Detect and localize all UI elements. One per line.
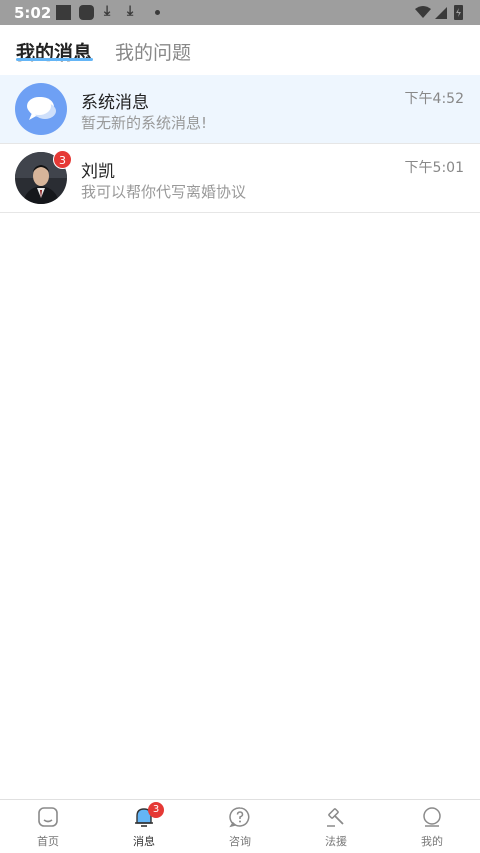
conversation-name: 刘凯 <box>81 162 115 182</box>
conversation-time: 下午4:52 <box>404 91 464 107</box>
message-list: 系统消息 暂无新的系统消息! 下午4:52 3 刘凯 我可以帮你代写离婚协议 下… <box>0 75 480 213</box>
conversation-name: 系统消息 <box>81 93 149 113</box>
header-tabs: 我的消息 我的问题 <box>0 25 480 75</box>
more-notifications-icon <box>155 10 160 15</box>
nav-legal-aid-label: 法援 <box>325 835 347 848</box>
system-status-icons <box>415 5 463 20</box>
tab-my-questions[interactable]: 我的问题 <box>115 38 191 65</box>
download-icon-2: ⤓ <box>127 3 134 19</box>
chat-bubble-icon <box>27 97 56 120</box>
conversation-time: 下午5:01 <box>404 160 464 176</box>
download-icon: ⤓ <box>104 3 111 19</box>
conversation-preview: 暂无新的系统消息! <box>81 114 208 132</box>
nav-mine-label: 我的 <box>421 835 443 848</box>
unread-badge: 3 <box>53 150 72 169</box>
list-item-system-messages[interactable]: 系统消息 暂无新的系统消息! 下午4:52 <box>0 75 480 144</box>
notification-square-icon <box>56 5 71 20</box>
nav-messages[interactable]: 3 消息 <box>96 800 192 853</box>
conversation-preview: 我可以帮你代写离婚协议 <box>81 183 247 201</box>
question-bubble-icon <box>229 807 250 828</box>
list-item-liu-kai[interactable]: 3 刘凯 我可以帮你代写离婚协议 下午5:01 <box>0 144 480 213</box>
nav-mine[interactable]: 我的 <box>384 800 480 853</box>
status-time: 5:02 <box>14 4 52 22</box>
nav-messages-label: 消息 <box>133 835 155 848</box>
profile-icon <box>423 807 441 827</box>
active-tab-indicator <box>16 58 93 61</box>
status-bar: 5:02 ⤓ ⤓ <box>0 0 480 25</box>
notification-app-icon <box>79 5 94 20</box>
wifi-icon <box>415 6 431 18</box>
bottom-navigation: 首页 3 消息 咨询 法援 我的 <box>0 799 480 853</box>
nav-consult-label: 咨询 <box>229 835 251 848</box>
nav-messages-badge: 3 <box>148 802 164 818</box>
nav-legal-aid[interactable]: 法援 <box>288 800 384 853</box>
nav-consult[interactable]: 咨询 <box>192 800 288 853</box>
home-icon <box>38 807 58 827</box>
signal-icon <box>435 7 447 19</box>
nav-home[interactable]: 首页 <box>0 800 96 853</box>
nav-home-label: 首页 <box>37 835 59 848</box>
system-message-avatar <box>15 83 67 135</box>
gavel-icon <box>327 808 344 827</box>
